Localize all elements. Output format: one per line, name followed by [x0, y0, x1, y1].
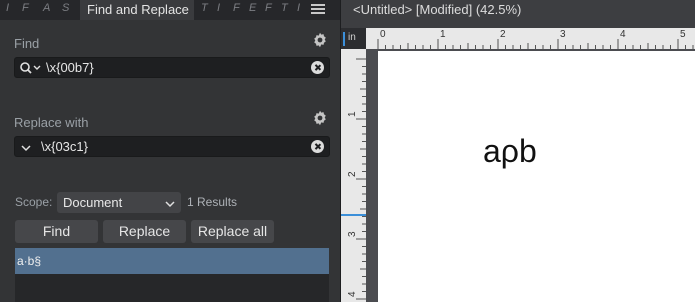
collapsed-tab-8[interactable]: E	[249, 2, 256, 14]
scope-select-value[interactable]: Document	[63, 195, 122, 210]
clear-find-icon[interactable]	[311, 61, 324, 74]
ruler-label: 5	[680, 29, 686, 40]
chevron-down-icon[interactable]	[165, 197, 175, 208]
find-settings-gear-icon[interactable]	[312, 32, 328, 48]
tab-find-and-replace[interactable]: Find and Replace	[80, 0, 194, 20]
collapsed-tab-7[interactable]: F	[233, 2, 240, 14]
find-replace-panel: I F A S Find and Replace T I F E F T I F…	[0, 0, 340, 302]
ruler-label: 1	[347, 111, 358, 117]
document-tab-title[interactable]: <Untitled> [Modified] (42.5%)	[353, 2, 521, 17]
ruler-label: 3	[560, 29, 566, 40]
replace-input[interactable]: \x{03c1}	[14, 136, 330, 157]
vertical-ruler[interactable]: 1 2 3 4	[341, 49, 366, 302]
collapsed-tab-9[interactable]: F	[265, 2, 272, 14]
ruler-label: 0	[380, 29, 386, 40]
ruler-label: 1	[440, 29, 446, 40]
horizontal-ruler[interactable]: 0 1 2 3 4 5	[366, 28, 695, 49]
find-label: Find	[14, 36, 40, 51]
panel-tab-bar: I F A S Find and Replace T I F E F T I	[0, 0, 340, 20]
replace-history-chevron-icon[interactable]	[21, 141, 31, 156]
collapsed-tab-5[interactable]: T	[201, 2, 208, 14]
ruler-corner[interactable]: in	[341, 28, 366, 49]
ruler-label: 4	[347, 291, 358, 297]
document-page[interactable]: aρb	[378, 51, 695, 302]
collapsed-tab-6[interactable]: I	[217, 2, 220, 14]
collapsed-tab-11[interactable]: I	[297, 2, 300, 14]
results-list: a·b§	[15, 248, 329, 302]
replace-input-value[interactable]: \x{03c1}	[41, 139, 88, 154]
result-row[interactable]: a·b§	[15, 248, 329, 274]
ruler-label: 2	[500, 29, 506, 40]
search-options-icon[interactable]	[19, 61, 41, 78]
find-input-value[interactable]: \x{00b7}	[46, 60, 94, 75]
collapsed-tab-3[interactable]: A	[43, 2, 50, 14]
ruler-label: 3	[347, 231, 358, 237]
collapsed-tab-1[interactable]: I	[6, 2, 9, 14]
collapsed-tab-10[interactable]: T	[281, 2, 288, 14]
ruler-label: 4	[620, 29, 626, 40]
clear-replace-icon[interactable]	[311, 140, 324, 153]
replace-all-button[interactable]: Replace all	[191, 220, 274, 243]
document-area: <Untitled> [Modified] (42.5%) in 012345 …	[341, 0, 695, 302]
replace-label: Replace with	[14, 115, 89, 130]
scope-label: Scope:	[15, 195, 53, 209]
collapsed-tab-4[interactable]: S	[62, 2, 69, 14]
hamburger-menu-icon[interactable]	[311, 2, 325, 16]
collapsed-tab-2[interactable]: F	[22, 2, 29, 14]
page-text-frame[interactable]: aρb	[483, 133, 537, 170]
ruler-unit: in	[348, 32, 356, 43]
find-input[interactable]: \x{00b7}	[14, 57, 330, 78]
replace-button[interactable]: Replace	[103, 220, 186, 243]
results-count: 1 Results	[187, 195, 238, 209]
find-button[interactable]: Find	[15, 220, 98, 243]
scope-select[interactable]: Document	[57, 192, 181, 213]
ruler-label: 2	[347, 171, 358, 177]
replace-settings-gear-icon[interactable]	[312, 110, 328, 126]
